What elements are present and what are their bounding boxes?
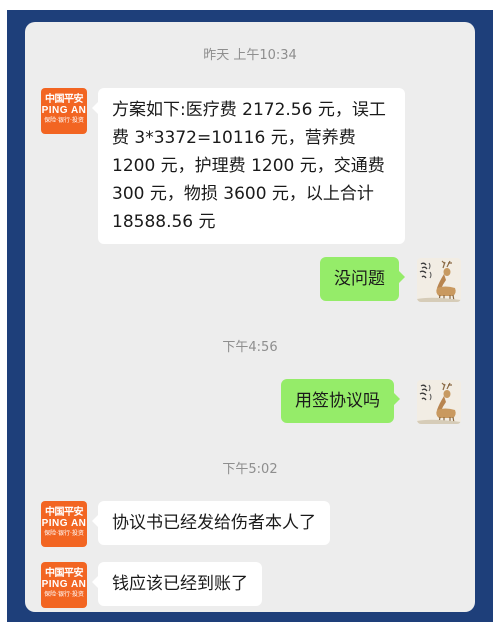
pingan-avatar[interactable]: 中国平安 PING AN 保险·银行·投资 [41, 562, 87, 608]
pingan-logo-cn: 中国平安 [45, 568, 84, 579]
deer-painting-avatar[interactable] [417, 258, 461, 302]
message-bubble-outgoing[interactable]: 没问题 [320, 257, 405, 301]
pingan-logo-en: PING AN [41, 579, 87, 590]
pingan-logo-cn: 中国平安 [45, 507, 84, 518]
pingan-logo-tagline: 保险·银行·投资 [44, 530, 84, 537]
pingan-logo-en: PING AN [41, 105, 87, 116]
timestamp: 下午5:02 [222, 462, 278, 477]
message-bubble-incoming[interactable]: 协议书已经发给伤者本人了 [92, 501, 330, 545]
deer-painting-avatar[interactable] [417, 380, 461, 424]
deer-painting-icon [417, 258, 461, 302]
pingan-avatar[interactable]: 中国平安 PING AN 保险·银行·投资 [41, 501, 87, 547]
message-bubble-outgoing[interactable]: 用签协议吗 [281, 379, 400, 423]
pingan-avatar[interactable]: 中国平安 PING AN 保险·银行·投资 [41, 88, 87, 134]
pingan-logo-cn: 中国平安 [45, 94, 84, 105]
chat-screen: 昨天 上午10:34 中国平安 PING AN 保险·银行·投资 方案如下:医疗… [25, 22, 475, 612]
timestamp: 昨天 上午10:34 [203, 48, 297, 63]
timestamp: 下午4:56 [222, 340, 278, 355]
pingan-logo-tagline: 保险·银行·投资 [44, 117, 84, 124]
pingan-logo-en: PING AN [41, 518, 87, 529]
message-bubble-incoming[interactable]: 钱应该已经到账了 [92, 562, 262, 606]
deer-painting-icon [417, 380, 461, 424]
pingan-logo-tagline: 保险·银行·投资 [44, 591, 84, 598]
message-bubble-incoming[interactable]: 方案如下:医疗费 2172.56 元，误工费 3*3372=10116 元，营养… [92, 88, 405, 244]
